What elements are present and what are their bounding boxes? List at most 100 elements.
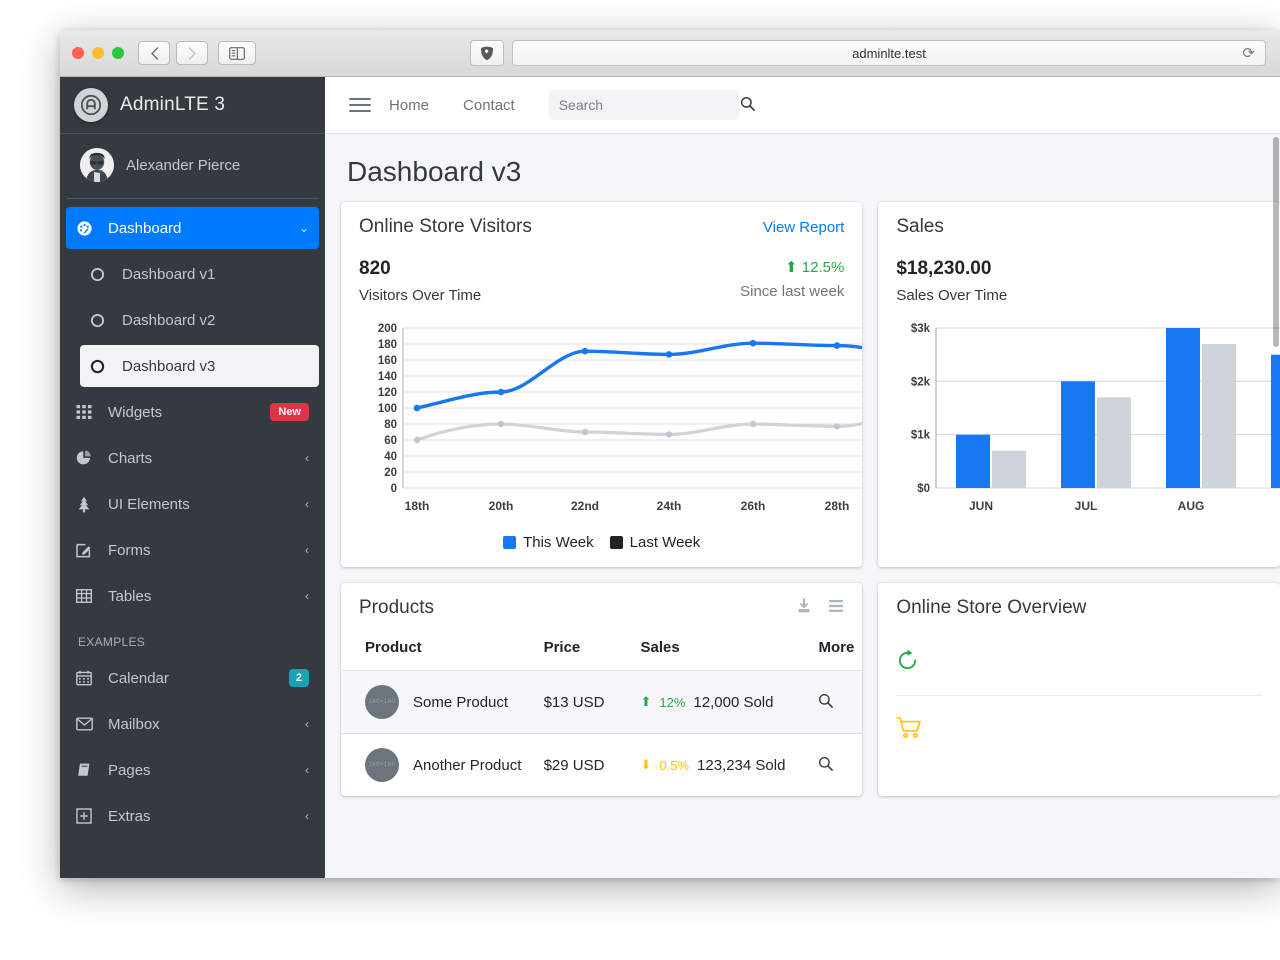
sidebar-user-panel[interactable]: Alexander Pierce [66, 134, 319, 199]
svg-text:24th: 24th [657, 499, 682, 513]
sidebar-item-label: Calendar [108, 669, 169, 687]
online-store-overview-card: Online Store Overview [878, 583, 1280, 796]
sidebar-item-charts[interactable]: Charts ‹ [66, 437, 319, 479]
sidebar-item-dashboard-v3[interactable]: Dashboard v3 [80, 345, 319, 387]
svg-text:JUL: JUL [1075, 499, 1098, 513]
navbar-link-contact[interactable]: Contact [463, 97, 515, 114]
vertical-scrollbar[interactable] [1272, 77, 1280, 878]
card-body: 820 Visitors Over Time ⬆ 12.5% Since las… [341, 248, 863, 567]
product-name: Some Product [413, 693, 509, 711]
user-photo-icon [80, 148, 114, 182]
sidebar-section-header: EXAMPLES [78, 635, 146, 649]
sidebar-item-dashboard-v2[interactable]: Dashboard v2 [80, 299, 319, 341]
visitors-change: ⬆ 12.5% [740, 258, 844, 276]
sales-sold: 12,000 Sold [693, 693, 774, 711]
svg-text:JUN: JUN [969, 499, 993, 513]
svg-text:180: 180 [378, 339, 397, 351]
sidebar-item-ui-elements[interactable]: UI Elements ‹ [66, 483, 319, 525]
dashboard-row-2: Products Product Price Sales More 160×16… [325, 583, 1280, 796]
sidebar-item-forms[interactable]: Forms ‹ [66, 529, 319, 571]
forward-button[interactable] [176, 41, 208, 65]
card-title: Online Store Overview [896, 597, 1087, 618]
svg-text:$3k: $3k [911, 323, 931, 335]
page-header: Dashboard v3 [325, 134, 1280, 202]
svg-text:28th: 28th [825, 499, 850, 513]
sales-sold: 123,234 Sold [697, 756, 786, 774]
svg-text:40: 40 [384, 451, 397, 463]
sidebar-item-widgets[interactable]: Widgets New [66, 391, 319, 433]
envelope-icon [76, 717, 102, 731]
window-controls [72, 47, 124, 59]
svg-text:AUG: AUG [1178, 499, 1205, 513]
card-header: Online Store Overview [878, 583, 1280, 629]
search-icon[interactable] [818, 693, 834, 712]
sidebar-item-extras[interactable]: Extras ‹ [66, 795, 319, 837]
card-header: Sales [878, 202, 1280, 248]
sidebar-item-label: Charts [108, 449, 153, 467]
visitors-line-chart: 200 180 160 140 120 100 80 60 40 20 0 18… [359, 318, 863, 551]
sidebar-item-dashboard[interactable]: Dashboard ⌄ [66, 207, 319, 249]
legend-label: Last Week [629, 534, 701, 551]
card-title: Products [359, 597, 434, 618]
sidebar-item-dashboard-v1[interactable]: Dashboard v1 [80, 253, 319, 295]
visitors-stat-row: 820 Visitors Over Time ⬆ 12.5% Since las… [359, 248, 844, 304]
search-box[interactable] [548, 90, 755, 120]
legend-swatch-icon [609, 536, 623, 549]
sidebar-item-pages[interactable]: Pages ‹ [66, 749, 319, 791]
sales-percent: 0.5% [659, 757, 690, 773]
close-window-button[interactable] [72, 47, 84, 59]
browser-url-bar[interactable]: adminlte.test ⟳ [512, 40, 1266, 66]
card-title: Sales [896, 216, 944, 237]
reload-icon[interactable]: ⟳ [1242, 44, 1255, 62]
sidebar-user-name: Alexander Pierce [126, 156, 241, 174]
cell-price: $13 USD [543, 693, 605, 711]
legend-item-last-week: Last Week [609, 534, 701, 551]
back-button[interactable] [138, 41, 170, 65]
svg-text:100: 100 [378, 403, 397, 415]
card-header: Online Store Visitors View Report [341, 202, 862, 248]
brand-logo-icon [74, 88, 108, 122]
sidebar-item-calendar[interactable]: Calendar 2 [66, 657, 319, 699]
search-input[interactable] [558, 97, 740, 113]
sidebar-item-label: Dashboard v2 [122, 311, 216, 329]
circle-o-icon [90, 313, 116, 328]
svg-text:18th: 18th [405, 499, 430, 513]
line-chart-svg: 200 180 160 140 120 100 80 60 40 20 0 18… [378, 323, 863, 513]
arrow-up-icon: ⬆ [640, 694, 652, 709]
shield-icon [481, 46, 493, 60]
chevron-left-icon: ‹ [305, 763, 309, 777]
visitors-change-period: Since last week [740, 283, 845, 300]
page-title: Dashboard v3 [347, 156, 522, 187]
svg-text:140: 140 [378, 371, 397, 383]
search-icon[interactable] [740, 96, 755, 114]
maximize-window-button[interactable] [112, 47, 124, 59]
search-icon[interactable] [818, 756, 834, 775]
overview-row-conversion [896, 629, 1262, 695]
table-row[interactable]: 160×160 Another Product $29 USD ⬇ 0.5% 1… [341, 733, 863, 797]
minimize-window-button[interactable] [92, 47, 104, 59]
sidebar-item-tables[interactable]: Tables ‹ [66, 575, 319, 617]
cell-product: 160×160 Another Product [341, 734, 536, 797]
sidebar-item-mailbox[interactable]: Mailbox ‹ [66, 703, 319, 745]
privacy-shield-button[interactable] [470, 40, 504, 66]
hamburger-icon[interactable] [349, 94, 371, 116]
sales-percent: 12% [659, 694, 686, 710]
column-header-price: Price [543, 639, 581, 656]
table-row[interactable]: 160×160 Some Product $13 USD ⬆ 12% 12,00… [341, 670, 863, 734]
status-badge: New [270, 403, 309, 421]
sidebar-item-label: Dashboard [108, 219, 182, 237]
bars-icon[interactable] [828, 599, 844, 618]
sidebar-nav: Dashboard ⌄ Dashboard v1 Dashboard v2 Da… [60, 199, 325, 837]
view-report-link[interactable]: View Report [763, 219, 844, 236]
navbar-link-home[interactable]: Home [389, 97, 429, 114]
browser-sidebar-toggle-button[interactable] [218, 41, 256, 65]
download-icon[interactable] [796, 597, 812, 619]
scrollbar-thumb[interactable] [1273, 137, 1279, 347]
adminlte-app: AdminLTE 3 Alexander Pierce Dashboard ⌄ … [60, 77, 1280, 878]
sidebar-subnav: Dashboard v1 Dashboard v2 Dashboard v3 [66, 253, 319, 387]
sidebar-brand[interactable]: AdminLTE 3 [60, 77, 325, 134]
svg-text:$1k: $1k [911, 430, 931, 442]
cell-more [810, 734, 862, 797]
svg-text:160: 160 [378, 355, 397, 367]
bar-jul-this-year [1061, 381, 1096, 488]
